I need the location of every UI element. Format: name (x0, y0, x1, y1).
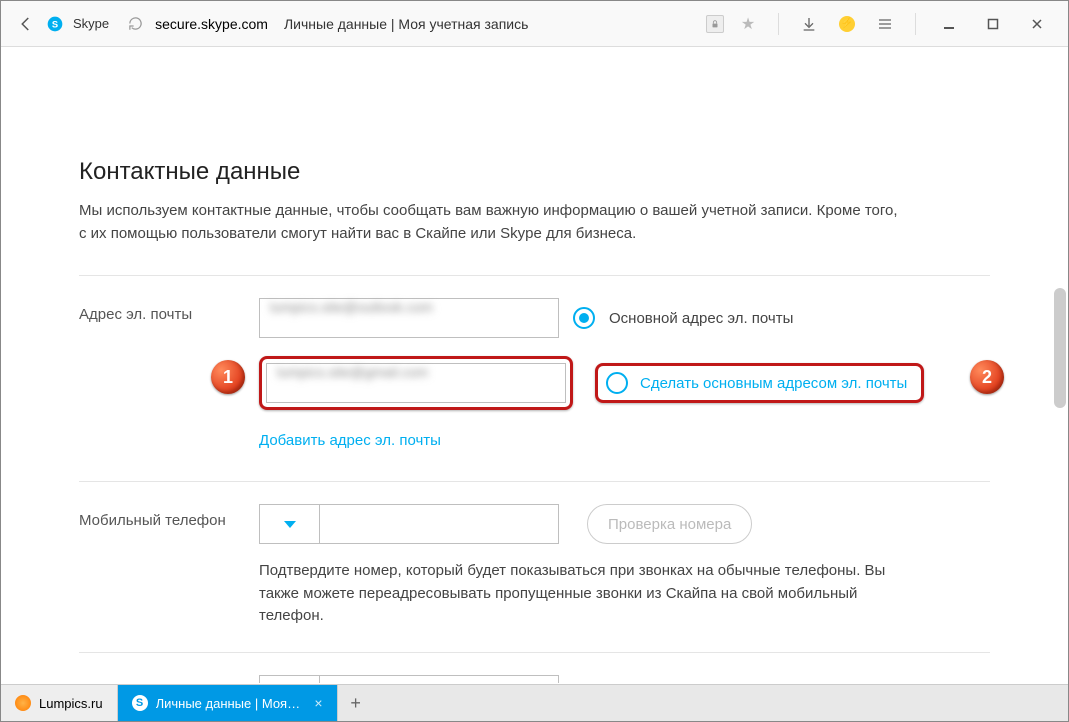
address-bar[interactable]: secure.skype.com (155, 16, 268, 32)
tab-label: Lumpics.ru (39, 696, 103, 711)
reload-button[interactable] (125, 14, 145, 34)
secondary-email-line: 1 lumpics.site@gmail.com Сделать основны… (259, 356, 990, 410)
lumpics-favicon (15, 695, 31, 711)
page-title: Личные данные | Моя учетная запись (284, 16, 528, 32)
verify-number-button[interactable]: Проверка номера (587, 504, 752, 544)
mobile-country-select[interactable] (259, 504, 319, 544)
mobile-phone-label: Мобильный телефон (79, 504, 259, 529)
site-name: Skype (73, 16, 109, 31)
mobile-phone-row: Мобильный телефон Проверка номера Подтве… (79, 504, 990, 628)
email-row: Адрес эл. почты lumpics.site@outlook.com… (79, 298, 990, 457)
primary-email-radio[interactable] (573, 307, 595, 329)
callout-badge-2: 2 (970, 360, 1004, 394)
primary-email-input[interactable]: lumpics.site@outlook.com (259, 298, 559, 338)
secondary-email-input[interactable]: lumpics.site@gmail.com (266, 363, 566, 403)
bookmark-star-icon[interactable]: ★ (734, 10, 762, 38)
turbo-icon[interactable]: ⚡ (833, 10, 861, 38)
mobile-phone-line: Проверка номера (259, 504, 990, 544)
menu-icon[interactable] (871, 10, 899, 38)
home-country-select[interactable] (259, 675, 319, 684)
window-minimize-button[interactable] (932, 10, 966, 38)
tab-lumpics[interactable]: Lumpics.ru (1, 685, 118, 721)
browser-tabbar: Lumpics.ru S Личные данные | Моя уч × + (1, 684, 1068, 721)
divider (79, 481, 990, 482)
tab-skype-profile[interactable]: S Личные данные | Моя уч × (118, 685, 338, 721)
page-content: Контактные данные Мы используем контактн… (1, 48, 1068, 683)
window-close-button[interactable] (1020, 10, 1054, 38)
section-description: Мы используем контактные данные, чтобы с… (79, 200, 899, 245)
home-phone-label: Домашний телефон (79, 675, 259, 684)
downloads-icon[interactable] (795, 10, 823, 38)
mobile-phone-description: Подтвердите номер, который будет показыв… (259, 560, 899, 628)
divider (79, 275, 990, 276)
callout-badge-1: 1 (211, 360, 245, 394)
tab-label: Личные данные | Моя уч (156, 696, 303, 711)
home-phone-line (259, 675, 990, 684)
lock-icon[interactable] (706, 15, 724, 33)
new-tab-button[interactable]: + (338, 685, 374, 721)
highlight-input-box: lumpics.site@gmail.com (259, 356, 573, 410)
skype-favicon: S (47, 16, 63, 32)
skype-favicon: S (132, 695, 148, 711)
back-button[interactable] (15, 13, 37, 35)
close-tab-icon[interactable]: × (314, 695, 322, 711)
url-host: secure.skype.com (155, 16, 268, 32)
home-phone-input[interactable] (319, 675, 559, 684)
primary-email-line: lumpics.site@outlook.com Основной адрес … (259, 298, 990, 338)
chevron-down-icon (284, 521, 296, 528)
divider (79, 652, 990, 653)
section-title: Контактные данные (79, 158, 990, 186)
make-primary-link[interactable]: Сделать основным адресом эл. почты (640, 375, 907, 392)
svg-text:S: S (52, 19, 58, 29)
primary-email-radio-label: Основной адрес эл. почты (609, 310, 793, 327)
make-primary-radio[interactable] (606, 372, 628, 394)
mobile-phone-input[interactable] (319, 504, 559, 544)
window-maximize-button[interactable] (976, 10, 1010, 38)
browser-toolbar: S Skype secure.skype.com Личные данные |… (1, 1, 1068, 47)
scrollbar-thumb[interactable] (1054, 288, 1066, 408)
add-email-link[interactable]: Добавить адрес эл. почты (259, 432, 441, 449)
home-phone-row: Домашний телефон (79, 675, 990, 684)
email-label: Адрес эл. почты (79, 298, 259, 323)
highlight-radio-box: Сделать основным адресом эл. почты (595, 363, 924, 403)
